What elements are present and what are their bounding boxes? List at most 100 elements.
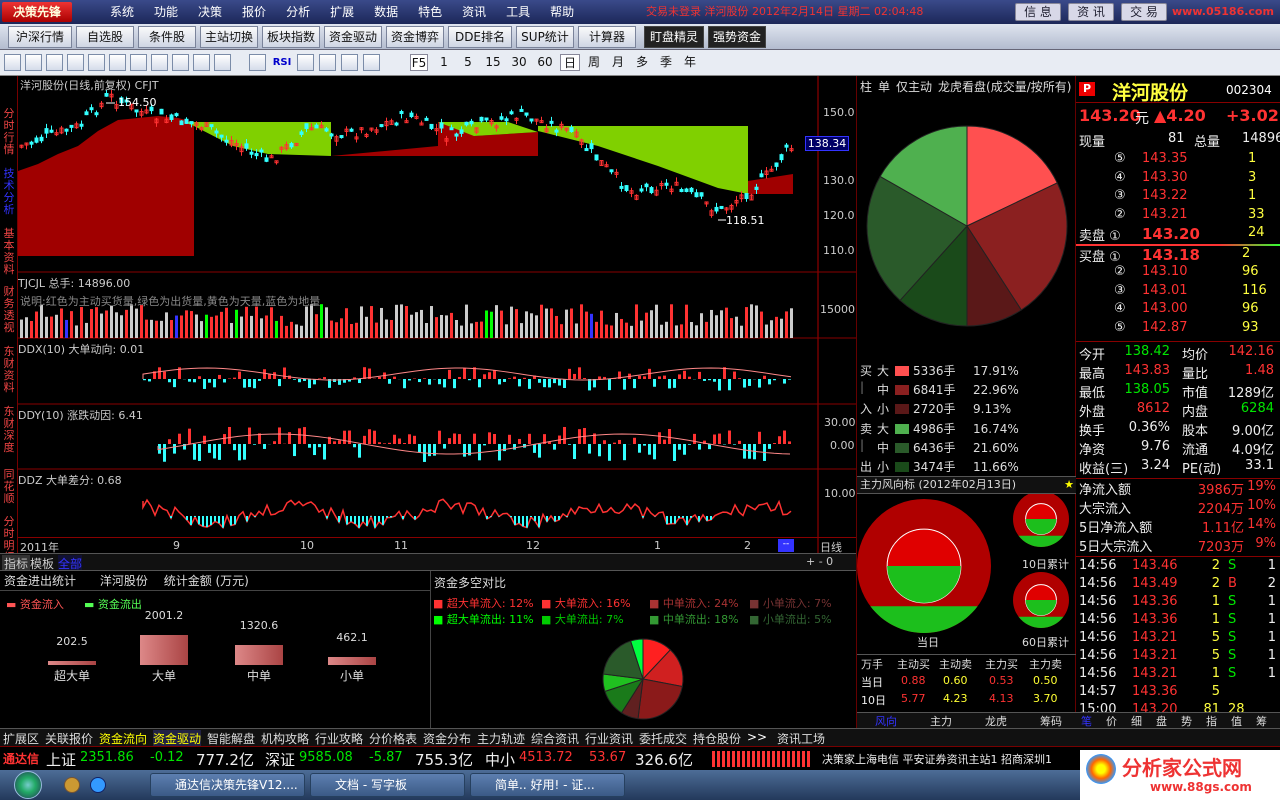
period-11[interactable]: 年 <box>680 54 700 71</box>
tab-3[interactable]: 主站切换 <box>200 26 258 48</box>
quote-tab-4[interactable]: 势 <box>1181 713 1192 729</box>
func-tab-4[interactable]: 智能解盘 <box>207 730 255 747</box>
vtab-6[interactable]: 同花顺 <box>1 469 17 505</box>
task-browser[interactable]: 简单.. 好用! - 证... <box>470 773 625 797</box>
vtab-3[interactable]: 财务透视 <box>1 286 17 334</box>
mid-tab-0[interactable]: 风向 <box>875 713 897 729</box>
pencil-icon[interactable] <box>363 54 380 71</box>
func-tab-3[interactable]: 资金驱动 <box>153 730 202 747</box>
info-button[interactable]: 信 息 <box>1015 3 1061 21</box>
mid-tab-2[interactable]: 龙虎 <box>985 713 1007 729</box>
scroll-marker[interactable]: -- <box>778 539 794 552</box>
bars-icon[interactable] <box>67 54 84 71</box>
period-4[interactable]: 30 <box>508 54 530 71</box>
func-tab-9[interactable]: 主力轨迹 <box>477 730 525 747</box>
period-2[interactable]: 5 <box>458 54 478 71</box>
mid-header-item[interactable]: 柱 <box>860 80 872 94</box>
func-tab-10[interactable]: 综合资讯 <box>531 730 579 747</box>
mid-header-item[interactable]: 仅主动 <box>896 80 932 94</box>
func-tab-12[interactable]: 委托成交 <box>639 730 687 747</box>
grid-icon[interactable] <box>25 54 42 71</box>
move-icon[interactable] <box>319 54 336 71</box>
func-tab-1[interactable]: 关联报价 <box>45 730 93 747</box>
draw-icon[interactable] <box>249 54 266 71</box>
period-9[interactable]: 多 <box>632 54 652 71</box>
news-ticker[interactable]: 决策家上海电信 平安证券资讯主站1 招商深圳1 <box>822 751 1052 767</box>
zoom-icon[interactable] <box>214 54 231 71</box>
k-icon[interactable] <box>151 54 168 71</box>
menu-item-9[interactable]: 工具 <box>496 0 540 24</box>
period-3[interactable]: 15 <box>482 54 504 71</box>
tab-10[interactable]: 盯盘精灵 <box>644 26 704 48</box>
menu-item-5[interactable]: 扩展 <box>320 0 364 24</box>
func-tab-13[interactable]: 持仓股份 <box>693 730 741 747</box>
quote-tab-0[interactable]: 笔 <box>1081 713 1092 729</box>
ie-icon[interactable] <box>90 777 106 793</box>
func-tab-15[interactable]: 资讯工场 <box>777 730 825 747</box>
menu-item-8[interactable]: 资讯 <box>452 0 496 24</box>
func-tab-7[interactable]: 分价格表 <box>369 730 417 747</box>
menu-item-2[interactable]: 决策 <box>188 0 232 24</box>
menu-item-1[interactable]: 功能 <box>144 0 188 24</box>
kline-chart-area[interactable]: 洋河股份(日线,前复权) CFJT 154.50 118.51 138.34 1… <box>18 76 856 554</box>
period-8[interactable]: 月 <box>608 54 628 71</box>
mid-header-item[interactable]: 单 <box>878 80 890 94</box>
menu-item-4[interactable]: 分析 <box>276 0 320 24</box>
rsi-button[interactable]: RSI <box>271 54 293 71</box>
browser-icon[interactable] <box>64 777 80 793</box>
mid-tab-1[interactable]: 主力 <box>930 713 952 729</box>
vtab-1[interactable]: 技术分析 <box>1 168 17 216</box>
tab-7[interactable]: DDE排名 <box>448 26 512 48</box>
tab-8[interactable]: SUP统计 <box>516 26 574 48</box>
quote-tab-5[interactable]: 指 <box>1206 713 1217 729</box>
period-0[interactable]: F5 <box>410 54 428 71</box>
tab-1[interactable]: 自选股 <box>76 26 134 48</box>
func-tab-0[interactable]: 扩展区 <box>3 730 39 747</box>
tab-5[interactable]: 资金驱动 <box>324 26 382 48</box>
zoom-controls[interactable]: + - 0 <box>806 555 833 568</box>
menu-item-3[interactable]: 报价 <box>232 0 276 24</box>
tab-11[interactable]: 强势资金 <box>708 26 766 48</box>
period-10[interactable]: 季 <box>656 54 676 71</box>
chart-icon[interactable] <box>46 54 63 71</box>
vtab-4[interactable]: 东财资料 <box>1 346 17 394</box>
period-1[interactable]: 1 <box>434 54 454 71</box>
list-icon[interactable] <box>4 54 21 71</box>
func-tab-2[interactable]: 资金流向 <box>99 730 147 747</box>
func-tab-8[interactable]: 资金分布 <box>423 730 471 747</box>
func-tab-11[interactable]: 行业资讯 <box>585 730 633 747</box>
fd-icon[interactable] <box>193 54 210 71</box>
tab-0[interactable]: 沪深行情 <box>8 26 72 48</box>
vtab-2[interactable]: 基本资料 <box>1 228 17 276</box>
start-button-icon[interactable] <box>14 771 42 799</box>
task-tdx[interactable]: 通达信决策先锋V12.... <box>150 773 305 797</box>
menu-item-6[interactable]: 数据 <box>364 0 408 24</box>
func-tab-14[interactable]: >> <box>747 730 767 744</box>
quote-tab-7[interactable]: 筹 <box>1256 713 1267 729</box>
star-icon[interactable]: ★ <box>1064 477 1074 493</box>
fiz-icon[interactable] <box>172 54 189 71</box>
quote-tab-1[interactable]: 价 <box>1106 713 1117 729</box>
vtab-0[interactable]: 分时行情 <box>1 108 17 156</box>
menu-item-10[interactable]: 帮助 <box>540 0 584 24</box>
news-button[interactable]: 资 讯 <box>1068 3 1114 21</box>
tab-6[interactable]: 资金博弈 <box>386 26 444 48</box>
d-icon[interactable] <box>130 54 147 71</box>
func-tab-6[interactable]: 行业攻略 <box>315 730 363 747</box>
f10-icon[interactable] <box>109 54 126 71</box>
trade-button[interactable]: 交 易 <box>1121 3 1167 21</box>
func-tab-5[interactable]: 机构攻略 <box>261 730 309 747</box>
quote-tab-2[interactable]: 细 <box>1131 713 1142 729</box>
tab-2[interactable]: 条件股 <box>138 26 196 48</box>
tab-4[interactable]: 板块指数 <box>262 26 320 48</box>
task-wordpad[interactable]: 文档 - 写字板 <box>310 773 465 797</box>
dual-chart-icon[interactable] <box>88 54 105 71</box>
mid-tab-3[interactable]: 筹码 <box>1040 713 1062 729</box>
menu-item-0[interactable]: 系统 <box>100 0 144 24</box>
period-7[interactable]: 周 <box>584 54 604 71</box>
quote-tab-6[interactable]: 值 <box>1231 713 1242 729</box>
export-icon[interactable] <box>341 54 358 71</box>
tab-9[interactable]: 计算器 <box>578 26 636 48</box>
period-5[interactable]: 60 <box>534 54 556 71</box>
menu-item-7[interactable]: 特色 <box>408 0 452 24</box>
